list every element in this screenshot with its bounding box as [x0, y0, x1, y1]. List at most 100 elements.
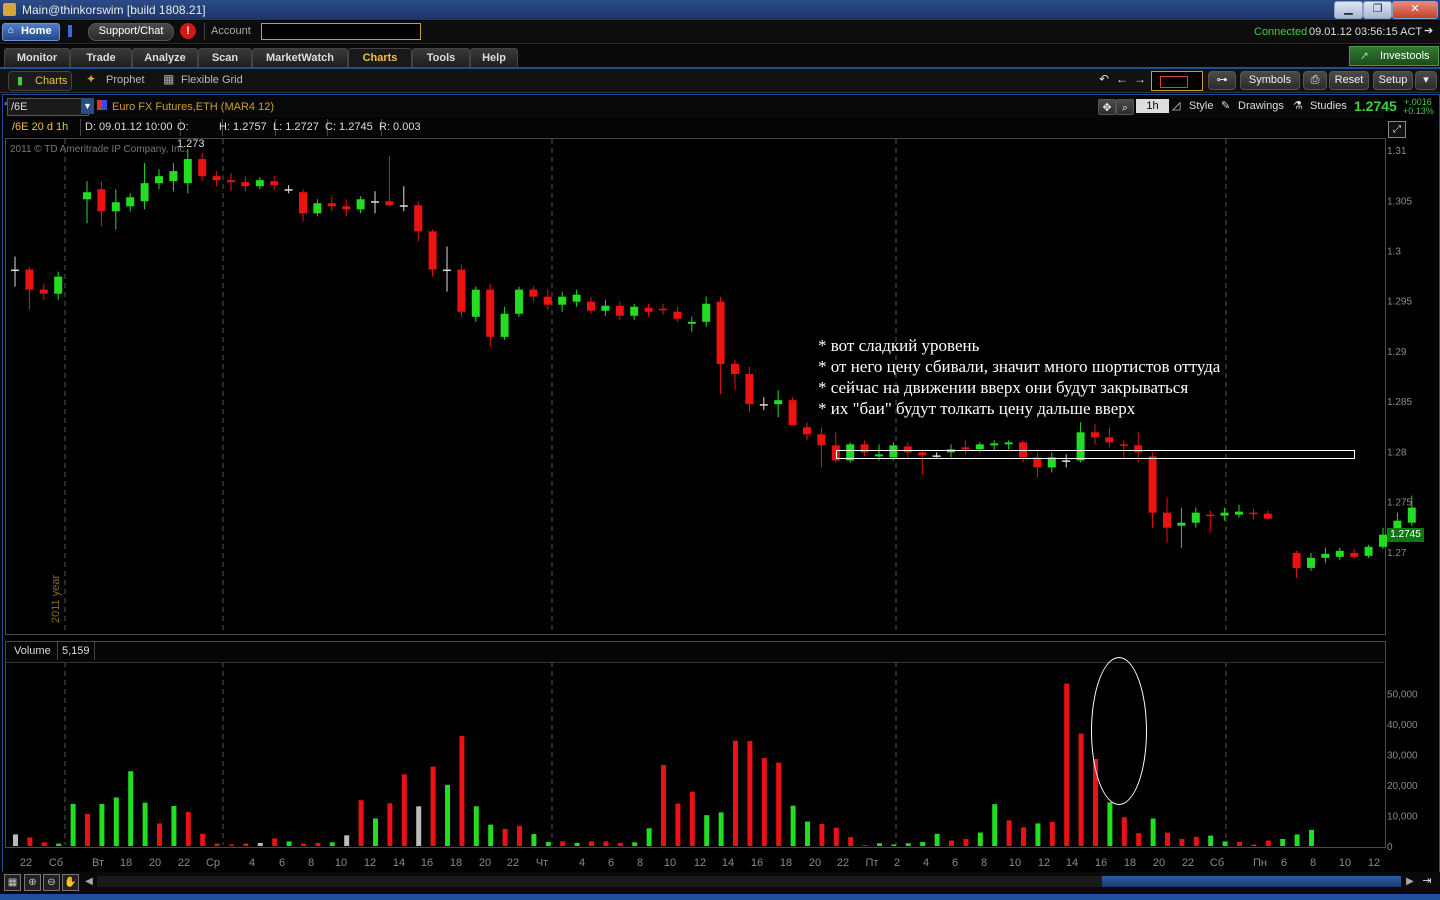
candle-body [443, 269, 451, 272]
candle-body [1292, 552, 1301, 568]
candle-body [1004, 442, 1013, 445]
candle-body [1407, 507, 1416, 523]
time-axis-tick: Вт [92, 857, 104, 869]
time-axis-tick: 6 [1281, 857, 1287, 869]
volume-pane [5, 641, 1386, 848]
time-axis-tick: 8 [1310, 857, 1316, 869]
time-axis-tick: 8 [981, 857, 987, 869]
time-axis-tick: 18 [780, 857, 792, 869]
time-axis-tick: 4 [249, 857, 255, 869]
time-axis-tick: 16 [1095, 857, 1107, 869]
candle-body [1235, 511, 1243, 515]
candle-body [327, 203, 336, 207]
time-axis-tick: 22 [837, 857, 849, 869]
volume-value: 5,159 [58, 642, 95, 660]
time-axis-tick: Пн [1253, 857, 1267, 869]
volume-spike-ellipse-drawing[interactable] [1091, 657, 1147, 805]
candle-body [342, 206, 351, 210]
current-price-label: 1.2745 [1387, 528, 1424, 542]
candle-body [428, 231, 437, 270]
time-axis-tick: 14 [393, 857, 405, 869]
scrollbar-thumb[interactable] [1102, 876, 1401, 887]
time-axis-tick: 4 [579, 857, 585, 869]
time-axis-tick: Ср [206, 857, 220, 869]
candle-body [1220, 512, 1229, 516]
candle-body [1091, 432, 1099, 438]
candle-body [1206, 514, 1215, 517]
candle-body [299, 192, 307, 214]
time-axis-tick: 6 [952, 857, 958, 869]
volume-label: Volume [8, 642, 58, 660]
zoom-out-icon[interactable]: ⊖ [43, 874, 60, 891]
candle-body [644, 307, 653, 312]
time-axis-tick: 6 [608, 857, 614, 869]
candle-body [975, 444, 984, 450]
candle-body [1263, 513, 1272, 519]
candle-body [745, 374, 754, 405]
time-axis-tick: 20 [149, 857, 161, 869]
candle-body [270, 181, 279, 186]
time-axis-tick: 8 [308, 857, 314, 869]
volume-axis-tick: 0 [1387, 842, 1393, 853]
time-axis-tick: 22 [20, 857, 32, 869]
time-axis-tick: 14 [722, 857, 734, 869]
zoom-in-icon[interactable]: ⊕ [24, 874, 41, 891]
price-axis-tick: 1.305 [1387, 196, 1412, 207]
candle-body [385, 201, 394, 206]
candle-body [1163, 512, 1171, 528]
candle-body [183, 159, 192, 184]
level-rectangle-drawing[interactable] [836, 450, 1355, 459]
candle-body [1321, 553, 1330, 558]
candle-body [284, 189, 293, 191]
volume-axis-tick: 40,000 [1387, 720, 1418, 731]
time-axis-tick: 6 [279, 857, 285, 869]
scroll-right-icon[interactable]: ▶ [1404, 874, 1416, 889]
annotation-line-1: * вот сладкий уровень [818, 336, 980, 355]
volume-axis-tick: 50,000 [1387, 689, 1418, 700]
candle-body [356, 199, 365, 210]
candle-body [1249, 512, 1258, 515]
time-axis-tick: 16 [421, 857, 433, 869]
candle-body [1191, 512, 1200, 523]
candle-body [500, 313, 509, 337]
time-axis-tick: 12 [1368, 857, 1380, 869]
candle-body [659, 308, 667, 311]
candle-body [716, 301, 725, 364]
price-axis-tick: 1.31 [1387, 146, 1407, 157]
candle-body [1119, 444, 1128, 446]
time-axis-tick: 4 [923, 857, 929, 869]
scroll-to-end-icon[interactable]: ⇥ [1420, 874, 1434, 889]
time-axis-tick: Сб [1210, 857, 1224, 869]
candle-body [731, 363, 739, 375]
price-axis-tick: 1.29 [1387, 347, 1407, 358]
price-axis-tick: 1.295 [1387, 297, 1412, 308]
time-axis-tick: 12 [1038, 857, 1050, 869]
candle-body [1105, 437, 1114, 443]
grid-layout-icon[interactable]: ▦ [4, 874, 21, 891]
pan-icon[interactable]: ✋ [62, 874, 79, 891]
candle-body [83, 192, 91, 200]
candle-body [990, 443, 999, 446]
candle-body [630, 306, 639, 316]
candle-body [457, 269, 466, 312]
candle-body [673, 311, 682, 319]
bottom-border [0, 894, 1440, 900]
candle-body [803, 427, 811, 435]
candle-body [111, 202, 120, 212]
price-axis-tick: 1.27 [1387, 548, 1407, 559]
candle-body [486, 289, 495, 337]
time-axis-tick: 18 [1124, 857, 1136, 869]
time-axis-tick: 10 [1339, 857, 1351, 869]
time-axis-tick: 10 [1009, 857, 1021, 869]
candle-body [399, 205, 408, 207]
time-axis-tick: 20 [479, 857, 491, 869]
time-axis-tick: 22 [178, 857, 190, 869]
price-axis-tick: 1.28 [1387, 447, 1407, 458]
candle-body [587, 301, 595, 311]
candle-body [371, 201, 379, 203]
scroll-left-icon[interactable]: ◀ [83, 874, 95, 889]
candle-body [313, 203, 322, 214]
time-axis-tick: 22 [1182, 857, 1194, 869]
candle-body [774, 400, 783, 405]
candle-body [788, 400, 797, 426]
